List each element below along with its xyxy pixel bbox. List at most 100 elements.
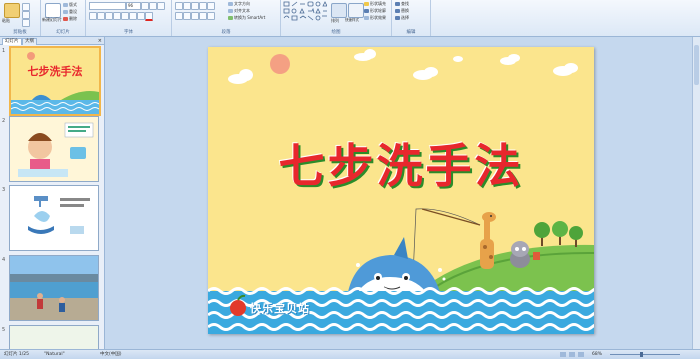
align-right-icon[interactable] [191, 12, 199, 20]
replace-label: 替换 [401, 8, 409, 13]
justify-icon[interactable] [199, 12, 207, 20]
bullets-icon[interactable] [175, 2, 183, 10]
group-label-font: 字体 [124, 30, 133, 35]
brand-logo: 快乐宝贝站 [250, 302, 310, 315]
reset-label: 重设 [69, 9, 77, 14]
ribbon: 粘贴 剪贴板 新建幻灯片 版式 重设 删除 幻灯片 96 字体 文字方向 对齐文… [0, 0, 700, 37]
thumb-number-1: 1 [2, 48, 6, 54]
clipboard-group: 粘贴 剪贴板 [0, 0, 41, 36]
thumb-number-3: 3 [2, 187, 6, 193]
line-spacing-icon[interactable] [207, 2, 215, 10]
align-left-icon[interactable] [175, 12, 183, 20]
thumb-2-art [10, 117, 98, 181]
delete-label: 删除 [69, 16, 77, 21]
shapes-gallery[interactable] [283, 1, 327, 23]
group-label-paragraph: 段落 [221, 30, 231, 35]
copy-icon[interactable] [22, 11, 30, 19]
paste-label: 粘贴 [2, 18, 10, 23]
grow-font-icon[interactable] [141, 2, 149, 10]
tab-slides[interactable]: 幻灯片 [2, 38, 22, 45]
decrease-indent-icon[interactable] [191, 2, 199, 10]
thumb-number-4: 4 [2, 257, 6, 263]
find-label: 查找 [401, 1, 409, 6]
thumb-number-2: 2 [2, 118, 6, 124]
layout-label: 版式 [69, 2, 77, 7]
close-icon[interactable]: × [98, 38, 102, 44]
thumb-3-art [28, 196, 90, 234]
shape-effects-label: 形状效果 [370, 15, 386, 20]
delete-button[interactable]: 删除 [63, 16, 77, 21]
cut-icon[interactable] [22, 3, 30, 11]
smartart-label: 转换为 SmartArt [234, 15, 266, 20]
reset-button[interactable]: 重设 [63, 9, 77, 14]
slides-group: 新建幻灯片 版式 重设 删除 幻灯片 [41, 0, 86, 36]
font-size-select[interactable]: 96 [126, 2, 141, 10]
thumbnail-slide-4[interactable] [9, 255, 99, 321]
numbering-icon[interactable] [183, 2, 191, 10]
strikethrough-icon[interactable] [113, 12, 121, 20]
italic-icon[interactable] [97, 12, 105, 20]
align-text-label: 对齐文本 [234, 8, 250, 13]
paste-button[interactable] [4, 3, 20, 18]
quick-styles-label: 快速样式 [345, 18, 359, 22]
arrange-button[interactable] [331, 3, 347, 18]
find-button[interactable]: 查找 [395, 1, 409, 6]
clear-format-icon[interactable] [157, 2, 165, 10]
group-label-editing: 编辑 [406, 30, 416, 35]
group-label-slides: 幻灯片 [56, 30, 70, 35]
panel-tabs: 幻灯片 大纲 × [0, 37, 104, 45]
shape-outline-label: 形状轮廓 [370, 8, 386, 13]
tab-outline[interactable]: 大纲 [22, 38, 37, 45]
thumbnail-slide-5[interactable] [9, 325, 99, 351]
thumb-4-art [10, 256, 98, 320]
vertical-scrollbar[interactable] [692, 37, 700, 349]
shadow-icon[interactable] [121, 12, 129, 20]
normal-view-icon[interactable] [560, 352, 566, 357]
new-slide-label: 新建幻灯片 [42, 17, 62, 22]
thumbnail-slide-1[interactable]: 七步洗手法 [9, 46, 101, 116]
thumb-number-5: 5 [2, 327, 6, 333]
thumbnail-slide-3[interactable] [9, 185, 99, 251]
smartart-button[interactable]: 转换为 SmartArt [228, 15, 265, 20]
spacing-icon[interactable] [129, 12, 137, 20]
format-painter-icon[interactable] [22, 19, 30, 27]
select-button[interactable]: 选择 [395, 15, 409, 20]
slideshow-icon[interactable] [578, 352, 584, 357]
font-group: 96 字体 [86, 0, 172, 36]
shape-effects-button[interactable]: 形状效果 [364, 15, 386, 20]
change-case-icon[interactable] [137, 12, 145, 20]
replace-button[interactable]: 替换 [395, 8, 409, 13]
slide-thumbnail-panel: 幻灯片 大纲 × 1 七步洗手法 2 3 4 5 [0, 37, 105, 351]
shape-fill-button[interactable]: 形状填充 [364, 1, 386, 6]
bold-icon[interactable] [89, 12, 97, 20]
text-direction-button[interactable]: 文字方向 [228, 1, 250, 6]
quick-styles-button[interactable] [348, 3, 364, 18]
underline-icon[interactable] [105, 12, 113, 20]
current-slide[interactable]: 七步洗手法 快乐宝贝站 [208, 47, 594, 334]
font-color-icon[interactable] [145, 12, 153, 21]
group-label-drawing: 绘图 [331, 30, 341, 35]
thumbnail-slide-2[interactable] [9, 116, 99, 182]
new-slide-button[interactable] [45, 3, 61, 18]
font-name-select[interactable] [89, 2, 126, 10]
align-center-icon[interactable] [183, 12, 191, 20]
shape-outline-button[interactable]: 形状轮廓 [364, 8, 386, 13]
shrink-font-icon[interactable] [149, 2, 157, 10]
drawing-group: 排列 快速样式 形状填充 形状轮廓 形状效果 绘图 [281, 0, 392, 36]
sun [270, 54, 290, 74]
align-text-button[interactable]: 对齐文本 [228, 8, 250, 13]
layout-button[interactable]: 版式 [63, 2, 77, 7]
scroll-thumb[interactable] [694, 45, 699, 85]
paragraph-group: 文字方向 对齐文本 转换为 SmartArt 段落 [172, 0, 281, 36]
slide-sorter-icon[interactable] [569, 352, 575, 357]
editing-group: 查找 替换 选择 编辑 [392, 0, 431, 36]
shape-fill-label: 形状填充 [370, 1, 386, 6]
select-label: 选择 [401, 15, 409, 20]
slide-title[interactable]: 七步洗手法 [208, 130, 594, 196]
zoom-slider[interactable] [610, 354, 680, 355]
zoom-slider-thumb[interactable] [640, 352, 643, 357]
increase-indent-icon[interactable] [199, 2, 207, 10]
columns-icon[interactable] [207, 12, 215, 20]
thumb-1-art [11, 52, 99, 114]
group-label-clipboard: 剪贴板 [13, 30, 27, 35]
